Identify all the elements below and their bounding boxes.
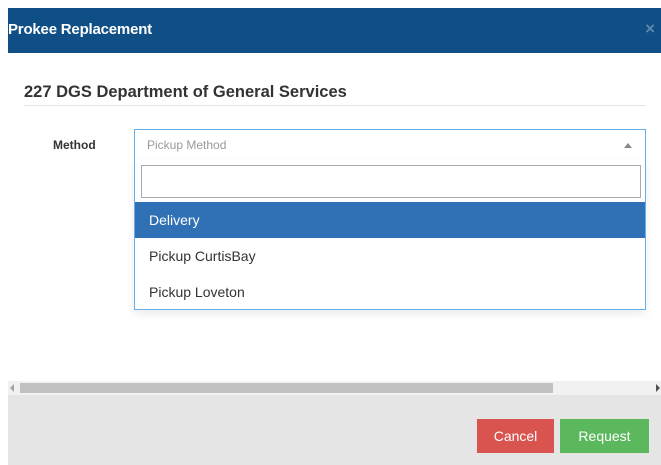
section-title: 227 DGS Department of General Services <box>24 83 347 101</box>
modal-footer: Cancel Request <box>8 395 661 465</box>
chevron-up-icon <box>624 143 632 148</box>
dropdown-search-input[interactable] <box>141 165 641 198</box>
section-divider <box>24 105 646 106</box>
close-icon[interactable]: × <box>645 19 655 39</box>
modal-header: Prokee Replacement × <box>8 8 661 53</box>
request-button[interactable]: Request <box>560 419 649 453</box>
scroll-left-arrow-icon[interactable] <box>10 384 14 392</box>
option-delivery[interactable]: Delivery <box>135 202 645 238</box>
scrollbar-thumb[interactable] <box>20 383 553 393</box>
modal-title: Prokee Replacement <box>8 21 152 38</box>
method-label: Method <box>53 138 96 152</box>
method-dropdown: Delivery Pickup CurtisBay Pickup Loveton <box>134 160 646 310</box>
option-pickup-curtisbay[interactable]: Pickup CurtisBay <box>135 238 645 274</box>
horizontal-scrollbar[interactable] <box>8 381 661 395</box>
scroll-right-arrow-icon[interactable] <box>656 384 660 392</box>
method-select[interactable]: Pickup Method <box>134 129 646 161</box>
method-select-placeholder: Pickup Method <box>147 138 227 152</box>
cancel-button[interactable]: Cancel <box>477 419 554 453</box>
prokee-replacement-modal: Prokee Replacement × 227 DGS Department … <box>0 0 661 465</box>
option-pickup-loveton[interactable]: Pickup Loveton <box>135 274 645 310</box>
